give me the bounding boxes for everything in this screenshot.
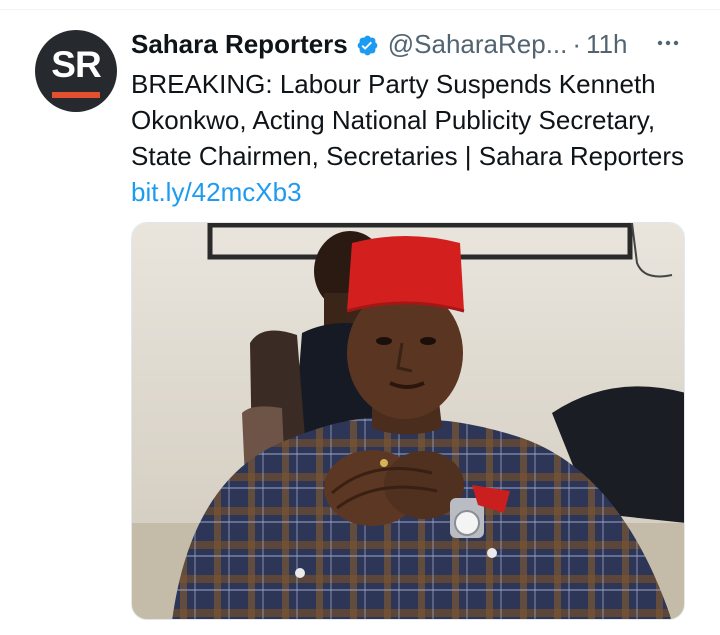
tweet-link[interactable]: bit.ly/42mcXb3 <box>131 177 302 207</box>
tweet-card[interactable]: SR Sahara Reporters @SaharaRep... · 11h … <box>0 0 720 635</box>
author-handle[interactable]: @SaharaRep... <box>388 29 568 60</box>
tweet-body: BREAKING: Labour Party Suspends Kenneth … <box>131 69 685 171</box>
avatar[interactable]: SR <box>35 30 117 112</box>
tweet-photo[interactable] <box>131 222 685 620</box>
avatar-accent-bar <box>52 92 100 98</box>
timestamp[interactable]: 11h <box>586 29 627 60</box>
verified-badge-icon[interactable] <box>356 33 379 56</box>
tweet-header: Sahara Reporters @SaharaRep... · 11h <box>131 27 628 61</box>
more-options-icon[interactable] <box>653 28 683 58</box>
tweet-text: BREAKING: Labour Party Suspends Kenneth … <box>131 66 701 210</box>
avatar-initials: SR <box>51 44 101 85</box>
separator-dot: · <box>572 28 582 59</box>
divider <box>0 9 720 10</box>
author-name[interactable]: Sahara Reporters <box>131 29 348 60</box>
